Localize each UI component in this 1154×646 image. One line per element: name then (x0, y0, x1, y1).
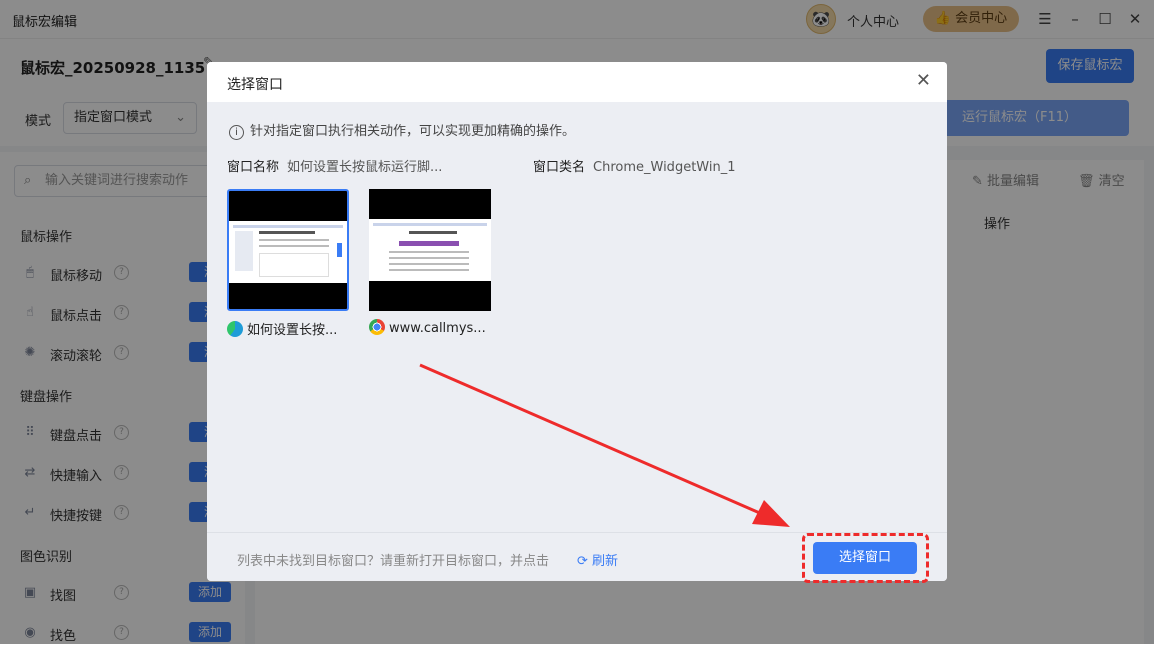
dialog-hint: i 针对指定窗口执行相关动作，可以实现更加精确的操作。 (229, 120, 575, 140)
window-name-row: 窗口名称 如何设置长按鼠标运行脚... (227, 156, 442, 175)
window-class-key: 窗口类名 (533, 160, 586, 175)
refresh-label: 刷新 (592, 554, 619, 569)
refresh-link[interactable]: ⟳ 刷新 (577, 550, 618, 569)
window-title: www.callmys... (389, 321, 486, 336)
window-preview (229, 221, 347, 283)
select-window-dialog: 选择窗口 ✕ i 针对指定窗口执行相关动作，可以实现更加精确的操作。 窗口名称 如何… (207, 62, 947, 581)
window-class-row: 窗口类名 Chrome_WidgetWin_1 (533, 156, 735, 175)
dialog-header: 选择窗口 ✕ (207, 62, 947, 102)
window-item-label[interactable]: 如何设置长按... (227, 319, 357, 338)
window-title: 如何设置长按... (247, 323, 338, 338)
hint-text: 针对指定窗口执行相关动作，可以实现更加精确的操作。 (250, 124, 576, 139)
window-name-value: 如何设置长按鼠标运行脚... (287, 160, 443, 175)
window-preview (369, 219, 491, 281)
dialog-title: 选择窗口 (227, 77, 283, 93)
window-thumbnail[interactable] (227, 189, 349, 311)
window-class-value: Chrome_WidgetWin_1 (593, 160, 736, 175)
window-thumbnail[interactable] (369, 189, 491, 311)
close-icon[interactable]: ✕ (916, 70, 931, 91)
edge-icon (227, 321, 243, 337)
footer-hint: 列表中未找到目标窗口？请重新打开目标窗口，并点击 (237, 554, 550, 569)
window-name-key: 窗口名称 (227, 160, 280, 175)
annotation-highlight-box (802, 533, 929, 583)
refresh-icon: ⟳ (577, 554, 593, 569)
chrome-icon (369, 319, 385, 335)
info-icon: i (229, 125, 244, 140)
window-item-label[interactable]: www.callmys... (369, 319, 499, 336)
